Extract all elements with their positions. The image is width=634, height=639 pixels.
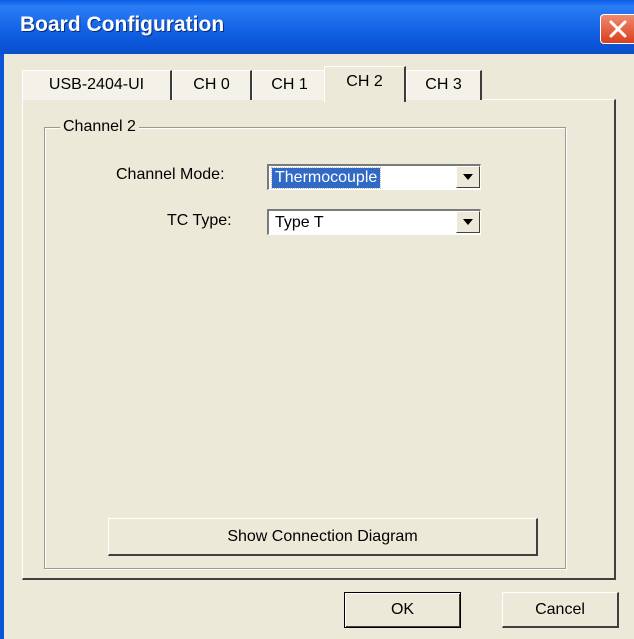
tab-ch1[interactable]: CH 1 bbox=[252, 70, 328, 100]
chevron-down-icon bbox=[463, 174, 473, 180]
tc-type-select[interactable]: Type T bbox=[267, 209, 481, 235]
tab-ch0[interactable]: CH 0 bbox=[172, 70, 252, 100]
board-configuration-dialog: Board Configuration USB-2404-UI CH 0 CH … bbox=[0, 0, 634, 639]
tc-type-value: Type T bbox=[275, 214, 324, 231]
cancel-button[interactable]: Cancel bbox=[502, 592, 619, 628]
window-border bbox=[0, 54, 4, 639]
tab-ch2[interactable]: CH 2 bbox=[324, 66, 406, 102]
tab-ch3[interactable]: CH 3 bbox=[406, 70, 482, 100]
window-title: Board Configuration bbox=[20, 13, 225, 36]
chevron-down-icon bbox=[463, 219, 473, 225]
close-button[interactable] bbox=[600, 14, 634, 44]
close-icon bbox=[609, 20, 627, 38]
ok-button[interactable]: OK bbox=[344, 592, 461, 628]
channel-groupbox bbox=[44, 127, 566, 569]
channel-mode-dropdown-button[interactable] bbox=[456, 166, 480, 188]
tab-usb-2404-ui[interactable]: USB-2404-UI bbox=[22, 70, 172, 100]
tc-type-label: TC Type: bbox=[167, 212, 232, 229]
tc-type-dropdown-button[interactable] bbox=[456, 211, 480, 233]
title-bar[interactable]: Board Configuration bbox=[0, 0, 634, 54]
channel-mode-label: Channel Mode: bbox=[116, 166, 225, 183]
channel-mode-select[interactable]: Thermocouple bbox=[267, 164, 481, 190]
channel-mode-value: Thermocouple bbox=[270, 167, 382, 189]
show-connection-diagram-button[interactable]: Show Connection Diagram bbox=[108, 518, 538, 556]
groupbox-title: Channel 2 bbox=[60, 118, 139, 136]
